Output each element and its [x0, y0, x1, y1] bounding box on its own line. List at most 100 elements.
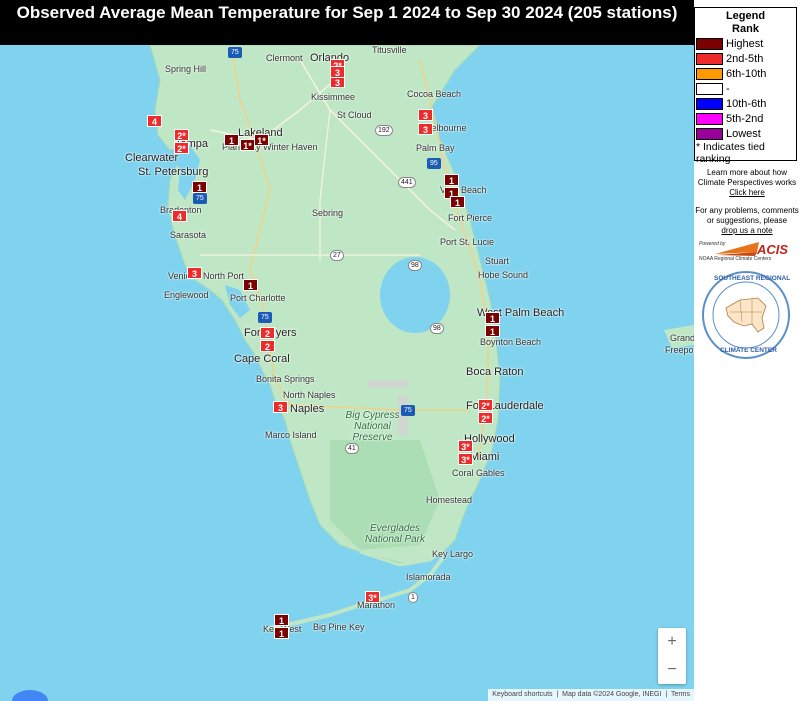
park-label: Everglades National Park — [364, 523, 426, 545]
place-label: Key Largo — [432, 549, 474, 559]
map-data-text: Map data ©2024 Google, INEGI — [562, 691, 662, 698]
station-rank-marker[interactable]: 4 — [172, 210, 187, 222]
keyboard-shortcuts-link[interactable]: Keyboard shortcuts — [492, 691, 552, 698]
station-rank-marker[interactable]: 2* — [174, 142, 189, 154]
legend-title-line2: Rank — [732, 23, 759, 35]
place-label: Hobe Sound — [478, 270, 529, 280]
station-rank-marker[interactable]: 3 — [418, 123, 433, 135]
legend-swatch — [696, 67, 723, 80]
legend-swatch — [696, 97, 723, 110]
park-label: Big Cypress National Preserve — [345, 410, 400, 443]
legend-title: Legend Rank — [695, 8, 796, 36]
interstate-shield: 75 — [228, 47, 242, 58]
highway-shield: 27 — [330, 250, 344, 261]
station-rank-marker[interactable]: 3 — [187, 267, 202, 279]
legend-label: Lowest — [726, 127, 761, 140]
station-rank-marker[interactable]: 1 — [224, 134, 239, 146]
station-rank-marker[interactable]: 2 — [260, 327, 275, 339]
station-rank-marker[interactable]: 1 — [450, 196, 465, 208]
station-rank-marker[interactable]: 1 — [243, 279, 258, 291]
highway-shield: 192 — [375, 125, 393, 136]
place-label: Bonita Springs — [256, 374, 315, 384]
legend-title-line1: Legend — [725, 10, 766, 22]
station-rank-marker[interactable]: 1 — [485, 312, 500, 324]
legend-label: - — [726, 82, 730, 95]
station-rank-marker[interactable]: 1 — [274, 614, 289, 626]
station-rank-marker[interactable]: 1* — [240, 139, 255, 151]
legend-item: 5th-2nd — [695, 111, 796, 126]
place-label: Homestead — [426, 495, 473, 505]
place-label: Fort Pierce — [448, 213, 493, 223]
highway-shield: 98 — [408, 260, 422, 271]
legend-swatch — [696, 112, 723, 125]
info-sidebar: Learn more about how Climate Perspective… — [694, 168, 800, 236]
interstate-shield: 75 — [258, 312, 272, 323]
place-label: Boca Raton — [466, 366, 524, 378]
highway-shield: 98 — [430, 323, 444, 334]
station-rank-marker[interactable]: 1 — [274, 627, 289, 639]
legend-swatch — [696, 82, 723, 95]
place-label: Cocoa Beach — [407, 89, 462, 99]
place-label: Kissimmee — [311, 92, 356, 102]
drop-note-link[interactable]: drop us a note — [721, 226, 772, 235]
acis-logo[interactable]: Powered by ACIS NOAA Regional Climate Ce… — [697, 238, 792, 266]
zoom-in-button[interactable]: + — [658, 628, 686, 656]
place-label: Islamorada — [406, 572, 451, 582]
place-label: Sarasota — [170, 230, 207, 240]
zoom-control[interactable]: + − — [658, 628, 686, 684]
place-label: Clearwater — [125, 152, 179, 164]
legend-note: * Indicates tied ranking — [696, 141, 765, 165]
station-rank-marker[interactable]: 3 — [330, 66, 345, 78]
place-label: Englewood — [164, 290, 209, 300]
serc-logo[interactable]: SOUTHEAST REGIONAL CLIMATE CENTER — [700, 270, 792, 360]
highway-shield: 1 — [408, 592, 418, 603]
station-rank-marker[interactable]: 3* — [458, 440, 473, 452]
place-label: North Port — [203, 271, 245, 281]
place-label: Big Pine Key — [313, 622, 365, 632]
place-label: Stuart — [485, 256, 510, 266]
terms-link[interactable]: Terms — [671, 691, 690, 698]
place-label: Palm Bay — [416, 143, 455, 153]
zoom-out-button[interactable]: − — [658, 656, 686, 684]
legend-swatch — [696, 37, 723, 50]
station-rank-marker[interactable]: 2* — [478, 412, 493, 424]
place-label: Clermont — [266, 53, 303, 63]
station-rank-marker[interactable]: 3* — [458, 453, 473, 465]
station-rank-marker[interactable]: 3 — [418, 109, 433, 121]
legend-label: Highest — [726, 37, 764, 50]
click-here-link[interactable]: Click here — [729, 188, 765, 197]
station-rank-marker[interactable]: 2 — [260, 340, 275, 352]
station-rank-marker[interactable]: 4 — [147, 115, 162, 127]
serc-top-text: SOUTHEAST REGIONAL — [714, 275, 791, 282]
place-label: Freeport — [665, 345, 694, 355]
station-rank-marker[interactable]: 1 — [192, 181, 207, 193]
station-rank-marker[interactable]: 1 — [485, 325, 500, 337]
station-rank-marker[interactable]: 2* — [174, 129, 189, 141]
station-rank-marker[interactable]: 2* — [478, 399, 493, 411]
learn-more-text: Learn more about how Climate Perspective… — [697, 168, 797, 187]
legend-item: Highest — [695, 36, 796, 51]
legend-swatch — [696, 52, 723, 65]
legend-label: 6th-10th — [726, 67, 767, 80]
place-label: Sebring — [312, 208, 344, 218]
legend-item: 10th-6th — [695, 96, 796, 111]
page-title: Observed Average Mean Temperature for Se… — [0, 0, 694, 45]
place-label: St. Petersburg — [138, 166, 209, 178]
place-label: Miami — [470, 451, 500, 463]
interstate-shield: 95 — [427, 158, 441, 169]
highway-shield: 441 — [398, 177, 416, 188]
map-canvas[interactable]: Titusville Spring Hill Clermont Orlando … — [0, 0, 694, 701]
station-rank-marker[interactable]: 1 — [444, 174, 459, 186]
acis-sub-text: NOAA Regional Climate Centers — [699, 256, 772, 262]
place-label: Winter Haven — [263, 142, 318, 152]
station-rank-marker[interactable]: 1* — [254, 134, 269, 146]
place-label: Port Charlotte — [230, 293, 286, 303]
place-label: Marco Island — [265, 430, 317, 440]
legend-item: Lowest — [695, 126, 796, 141]
legend-item: - — [695, 81, 796, 96]
station-rank-marker[interactable]: 3* — [365, 591, 380, 603]
place-label: St Cloud — [337, 110, 372, 120]
station-rank-marker[interactable]: 3 — [273, 401, 288, 413]
place-label: Coral Gables — [452, 468, 505, 478]
legend-label: 5th-2nd — [726, 112, 764, 125]
